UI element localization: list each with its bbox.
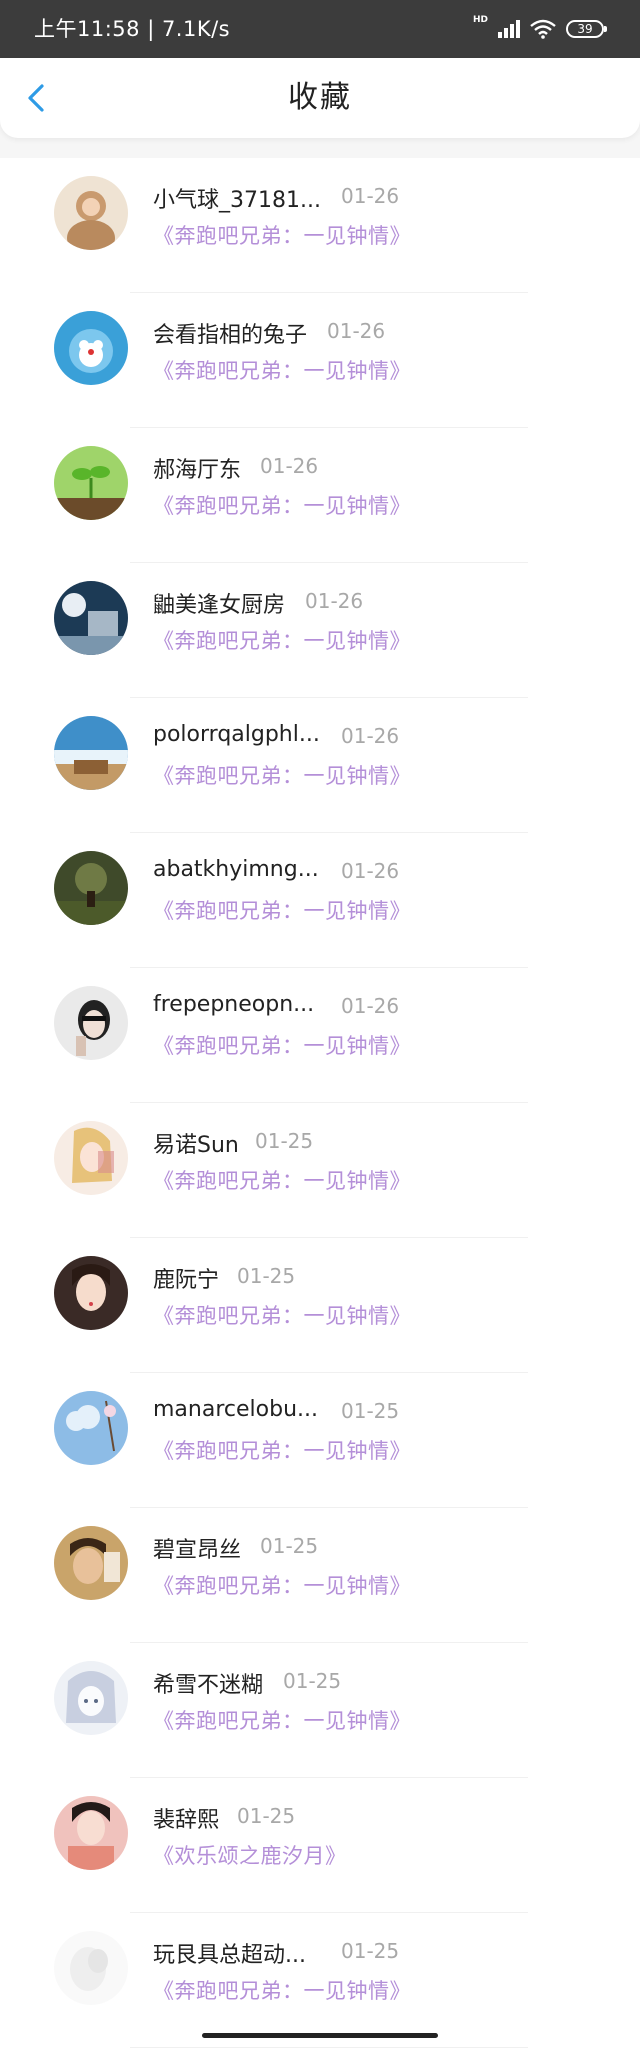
avatar[interactable]: [54, 716, 128, 790]
nav-bar: 收藏: [0, 58, 640, 138]
show-link[interactable]: 《奔跑吧兄弟：一见钟情》: [153, 355, 411, 385]
avatar[interactable]: [54, 1796, 128, 1870]
username: 鹿阮宁: [153, 1268, 220, 1293]
avatar[interactable]: [54, 581, 128, 655]
avatar[interactable]: [54, 851, 128, 925]
avatar[interactable]: [54, 176, 128, 250]
list-item[interactable]: 希雪不迷糊 01-25 《奔跑吧兄弟：一见钟情》: [0, 1643, 640, 1778]
list-item[interactable]: manarcelobu... 01-25 《奔跑吧兄弟：一见钟情》: [0, 1373, 640, 1508]
wifi-icon: [530, 19, 556, 39]
show-link[interactable]: 《奔跑吧兄弟：一见钟情》: [153, 1975, 411, 2005]
show-link[interactable]: 《奔跑吧兄弟：一见钟情》: [153, 760, 411, 790]
avatar[interactable]: [54, 1526, 128, 1600]
show-link[interactable]: 《奔跑吧兄弟：一见钟情》: [153, 1435, 411, 1465]
list-item[interactable]: 易诺Sun 01-25 《奔跑吧兄弟：一见钟情》: [0, 1103, 640, 1238]
list-item[interactable]: 鼬美逢女厨房 01-26 《奔跑吧兄弟：一见钟情》: [0, 563, 640, 698]
favorite-date: 01-26: [305, 589, 364, 613]
avatar[interactable]: [54, 1391, 128, 1465]
favorite-date: 01-26: [341, 859, 400, 883]
home-indicator[interactable]: [202, 2033, 438, 2038]
username: 碧宣昂丝: [153, 1538, 242, 1563]
username: 玩艮具总超动...: [153, 1943, 306, 1968]
show-link[interactable]: 《奔跑吧兄弟：一见钟情》: [153, 1165, 411, 1195]
favorite-date: 01-26: [260, 454, 319, 478]
list-item[interactable]: 郝海厅东 01-26 《奔跑吧兄弟：一见钟情》: [0, 428, 640, 563]
favorites-list: 小气球_37181... 01-26 《奔跑吧兄弟：一见钟情》 会看指相的兔子 …: [0, 158, 640, 2048]
avatar[interactable]: [54, 1931, 128, 2005]
username: 裴辞熙: [153, 1808, 220, 1833]
signal-icon: [498, 20, 520, 38]
favorite-date: 01-25: [283, 1669, 342, 1693]
username: 会看指相的兔子: [153, 323, 308, 348]
username: abatkhyimng...: [153, 857, 319, 882]
show-link[interactable]: 《欢乐颂之鹿汐月》: [153, 1840, 347, 1870]
page-title: 收藏: [288, 80, 352, 115]
username: 鼬美逢女厨房: [153, 593, 286, 618]
avatar[interactable]: [54, 1256, 128, 1330]
show-link[interactable]: 《奔跑吧兄弟：一见钟情》: [153, 1570, 411, 1600]
favorite-date: 01-26: [341, 994, 400, 1018]
show-link[interactable]: 《奔跑吧兄弟：一见钟情》: [153, 490, 411, 520]
list-item[interactable]: abatkhyimng... 01-26 《奔跑吧兄弟：一见钟情》: [0, 833, 640, 968]
favorite-date: 01-25: [237, 1804, 296, 1828]
favorite-date: 01-25: [341, 1939, 400, 1963]
username: 郝海厅东: [153, 458, 242, 483]
list-item[interactable]: frepepneopn... 01-26 《奔跑吧兄弟：一见钟情》: [0, 968, 640, 1103]
show-link[interactable]: 《奔跑吧兄弟：一见钟情》: [153, 1705, 411, 1735]
username: 易诺Sun: [153, 1133, 239, 1158]
username: 希雪不迷糊: [153, 1673, 264, 1698]
battery-icon: 39: [566, 20, 607, 38]
favorite-date: 01-25: [255, 1129, 314, 1153]
username: frepepneopn...: [153, 992, 315, 1017]
show-link[interactable]: 《奔跑吧兄弟：一见钟情》: [153, 895, 411, 925]
favorite-date: 01-25: [341, 1399, 400, 1423]
avatar[interactable]: [54, 1661, 128, 1735]
list-item[interactable]: 玩艮具总超动... 01-25 《奔跑吧兄弟：一见钟情》: [0, 1913, 640, 2048]
avatar[interactable]: [54, 446, 128, 520]
favorite-date: 01-26: [327, 319, 386, 343]
list-item[interactable]: 会看指相的兔子 01-26 《奔跑吧兄弟：一见钟情》: [0, 293, 640, 428]
favorite-date: 01-25: [260, 1534, 319, 1558]
show-link[interactable]: 《奔跑吧兄弟：一见钟情》: [153, 625, 411, 655]
show-link[interactable]: 《奔跑吧兄弟：一见钟情》: [153, 1300, 411, 1330]
show-link[interactable]: 《奔跑吧兄弟：一见钟情》: [153, 220, 411, 250]
list-item[interactable]: polorrqalgphl... 01-26 《奔跑吧兄弟：一见钟情》: [0, 698, 640, 833]
status-bar: 上午11:58 | 7.1K/s HD 39: [0, 0, 640, 58]
list-item[interactable]: 鹿阮宁 01-25 《奔跑吧兄弟：一见钟情》: [0, 1238, 640, 1373]
avatar[interactable]: [54, 311, 128, 385]
favorite-date: 01-25: [237, 1264, 296, 1288]
avatar[interactable]: [54, 1121, 128, 1195]
list-item[interactable]: 裴辞熙 01-25 《欢乐颂之鹿汐月》: [0, 1778, 640, 1913]
favorite-date: 01-26: [341, 184, 400, 208]
hd-label: HD: [472, 15, 488, 25]
username: 小气球_37181...: [153, 188, 321, 213]
show-link[interactable]: 《奔跑吧兄弟：一见钟情》: [153, 1030, 411, 1060]
list-item[interactable]: 小气球_37181... 01-26 《奔跑吧兄弟：一见钟情》: [0, 158, 640, 293]
favorite-date: 01-26: [341, 724, 400, 748]
username: polorrqalgphl...: [153, 722, 320, 747]
status-time: 上午11:58 | 7.1K/s: [34, 17, 231, 41]
list-item[interactable]: 碧宣昂丝 01-25 《奔跑吧兄弟：一见钟情》: [0, 1508, 640, 1643]
avatar[interactable]: [54, 986, 128, 1060]
username: manarcelobu...: [153, 1397, 318, 1422]
status-icons: HD 39: [472, 0, 607, 58]
